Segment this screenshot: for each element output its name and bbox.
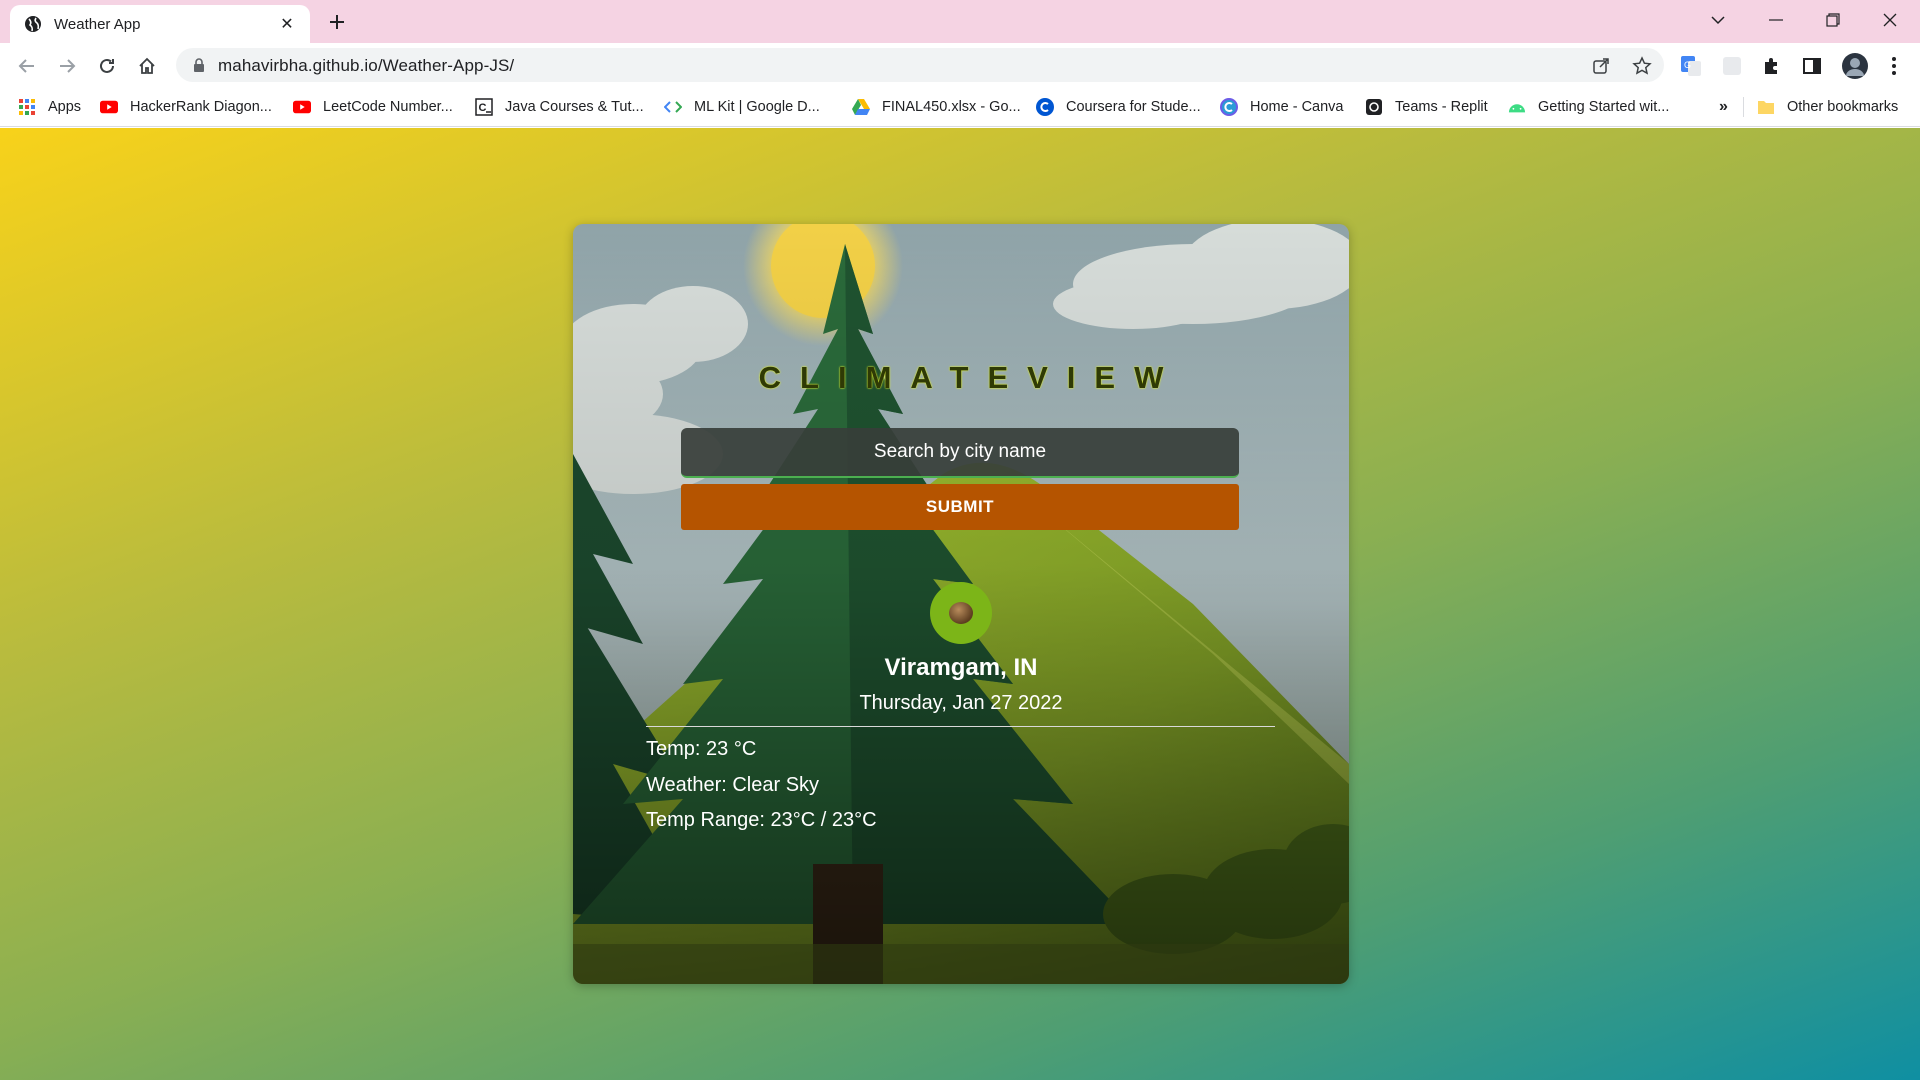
bookmark-label: Coursera for Stude... bbox=[1066, 99, 1201, 115]
code-brackets-icon bbox=[664, 98, 682, 116]
chrome-menu-icon[interactable] bbox=[1882, 54, 1906, 78]
app-brand-title: CLIMATEVIEW bbox=[758, 360, 1183, 395]
bookmark-label: FINAL450.xlsx - Go... bbox=[882, 99, 1021, 115]
city-search-input[interactable] bbox=[681, 428, 1239, 478]
google-drive-icon bbox=[852, 98, 870, 116]
bookmarks-bar: Apps HackerRank Diagon... LeetCode Numbe… bbox=[0, 87, 1920, 127]
bookmark-leetcode[interactable]: LeetCode Number... bbox=[293, 87, 453, 127]
browser-toolbar: mahavirbha.github.io/Weather-App-JS/ G bbox=[0, 43, 1920, 87]
replit-icon bbox=[1365, 98, 1383, 116]
weather-condition-text: Weather: Clear Sky bbox=[646, 774, 820, 796]
bookmark-hackerrank[interactable]: HackerRank Diagon... bbox=[100, 87, 272, 127]
restore-icon[interactable] bbox=[1813, 4, 1853, 36]
apps-grid-icon bbox=[18, 98, 36, 116]
lock-icon[interactable] bbox=[192, 58, 206, 72]
bookmarks-divider bbox=[1743, 97, 1744, 117]
bookmark-other[interactable]: Other bookmarks bbox=[1757, 87, 1898, 127]
tab-title: Weather App bbox=[54, 15, 141, 33]
bookmark-label: Home - Canva bbox=[1250, 99, 1344, 115]
bookmark-label: Apps bbox=[48, 99, 82, 115]
extension-placeholder-icon[interactable] bbox=[1720, 54, 1744, 78]
address-bar[interactable]: mahavirbha.github.io/Weather-App-JS/ bbox=[176, 48, 1664, 82]
svg-text:C: C bbox=[479, 102, 487, 114]
bookmark-java-courses[interactable]: C Java Courses & Tut... bbox=[475, 87, 644, 127]
bookmark-label: Other bookmarks bbox=[1787, 99, 1899, 115]
minimize-icon[interactable] bbox=[1756, 4, 1796, 36]
temperature-text: Temp: 23 °C bbox=[646, 738, 757, 760]
bookmark-label: LeetCode Number... bbox=[323, 99, 453, 115]
bookmark-label: Getting Started wit... bbox=[1538, 99, 1670, 115]
weather-card: CLIMATEVIEW SUBMIT Viramgam, IN Thursday… bbox=[573, 224, 1349, 984]
globe-icon bbox=[24, 15, 42, 33]
codecademy-icon: C bbox=[475, 98, 493, 116]
bookmark-label: Teams - Replit bbox=[1395, 99, 1488, 115]
close-window-icon[interactable] bbox=[1870, 4, 1910, 36]
google-translate-icon[interactable]: G bbox=[1679, 54, 1703, 78]
bookmark-android[interactable]: Getting Started wit... bbox=[1508, 87, 1669, 127]
share-icon[interactable] bbox=[1590, 55, 1612, 77]
bookmark-label: HackerRank Diagon... bbox=[130, 99, 272, 115]
back-icon[interactable] bbox=[12, 51, 42, 81]
temp-range-text: Temp Range: 23°C / 23°C bbox=[646, 809, 877, 831]
bookmark-replit[interactable]: Teams - Replit bbox=[1365, 87, 1488, 127]
bookmark-label: ML Kit | Google D... bbox=[694, 99, 820, 115]
coursera-icon bbox=[1036, 98, 1054, 116]
folder-icon bbox=[1757, 98, 1775, 116]
android-icon bbox=[1508, 98, 1526, 116]
youtube-icon bbox=[100, 98, 118, 116]
clear-sky-icon bbox=[930, 582, 992, 644]
side-panel-icon[interactable] bbox=[1800, 54, 1824, 78]
url-text: mahavirbha.github.io/Weather-App-JS/ bbox=[218, 56, 515, 75]
forward-icon[interactable] bbox=[52, 51, 82, 81]
bookmark-canva[interactable]: Home - Canva bbox=[1220, 87, 1343, 127]
bookmarks-overflow-chevron[interactable]: » bbox=[1719, 87, 1728, 127]
browser-tab[interactable]: Weather App ✕ bbox=[10, 5, 310, 43]
bookmark-coursera[interactable]: Coursera for Stude... bbox=[1036, 87, 1201, 127]
canva-icon bbox=[1220, 98, 1238, 116]
close-tab-icon[interactable]: ✕ bbox=[276, 13, 298, 35]
tab-search-chevron-icon[interactable] bbox=[1698, 4, 1738, 36]
page-background: CLIMATEVIEW SUBMIT Viramgam, IN Thursday… bbox=[0, 128, 1920, 1080]
current-date: Thursday, Jan 27 2022 bbox=[859, 692, 1063, 714]
profile-avatar-icon[interactable] bbox=[1840, 51, 1870, 81]
svg-text:G: G bbox=[1684, 60, 1691, 70]
bookmark-star-icon[interactable] bbox=[1631, 55, 1653, 77]
youtube-icon bbox=[293, 98, 311, 116]
divider bbox=[646, 726, 1275, 727]
home-icon[interactable] bbox=[132, 51, 162, 81]
bookmark-ml-kit[interactable]: ML Kit | Google D... bbox=[664, 87, 820, 127]
new-tab-icon[interactable] bbox=[324, 9, 350, 35]
reload-icon[interactable] bbox=[92, 51, 122, 81]
tab-strip: Weather App ✕ bbox=[0, 0, 1920, 43]
bookmark-final450[interactable]: FINAL450.xlsx - Go... bbox=[852, 87, 1021, 127]
submit-button[interactable]: SUBMIT bbox=[681, 484, 1239, 530]
extensions-puzzle-icon[interactable] bbox=[1760, 54, 1784, 78]
bookmark-label: Java Courses & Tut... bbox=[505, 99, 644, 115]
city-name: Viramgam, IN bbox=[884, 654, 1038, 681]
bookmark-apps[interactable]: Apps bbox=[18, 87, 81, 127]
